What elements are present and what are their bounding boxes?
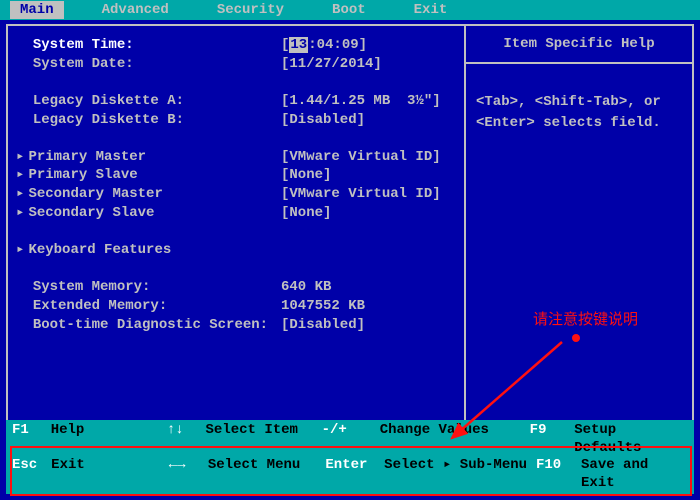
submenu-triangle-icon: ▸ [16,149,24,165]
setting-label: Boot-time Diagnostic Screen: [16,316,281,335]
setting-row[interactable]: ▸Keyboard Features [16,241,456,260]
setting-value: [Disabled] [281,111,456,130]
setting-row[interactable]: ▸Primary Master[VMware Virtual ID] [16,148,456,167]
selected-field[interactable]: 13 [289,37,308,53]
setting-label: Extended Memory: [16,297,281,316]
setting-value: [11/27/2014] [281,55,456,74]
tab-main[interactable]: Main [10,1,64,19]
spacer [16,260,456,278]
setting-label: ▸Keyboard Features [16,241,281,260]
key-help-bar: F1 Help ↑↓ Select Item -/+ Change Values… [6,420,694,494]
key-leftright: ←→ [169,457,208,492]
setting-label-text: Primary Master [28,149,146,165]
setting-label: Legacy Diskette A: [16,92,281,111]
setting-label-text: Primary Slave [28,167,137,183]
spacer [16,223,456,241]
setting-label-text: Secondary Master [28,186,162,202]
setting-label: ▸Secondary Slave [16,204,281,223]
setting-value: [VMware Virtual ID] [281,148,456,167]
setting-label: System Memory: [16,278,281,297]
key-enter: Enter [325,457,384,492]
setting-value: [VMware Virtual ID] [281,185,456,204]
setting-row[interactable]: ▸Secondary Slave[None] [16,204,456,223]
setting-value: [None] [281,166,456,185]
desc-select-menu: Select Menu [208,457,326,492]
setting-row[interactable]: Legacy Diskette A: [1.44/1.25 MB 3½"] [16,92,456,111]
submenu-triangle-icon: ▸ [16,186,24,202]
setting-label-text: Secondary Slave [28,205,154,221]
desc-save-exit: Save and Exit [581,457,688,492]
key-plusminus: -/+ [322,422,380,457]
submenu-triangle-icon: ▸ [16,205,24,221]
setting-row[interactable]: System Time: [13:04:09] [16,36,456,55]
setting-label: ▸Secondary Master [16,185,281,204]
setting-row[interactable]: Extended Memory: 1047552 KB [16,297,456,316]
setting-value: [13:04:09] [281,36,456,55]
setting-row[interactable]: System Date: [11/27/2014] [16,55,456,74]
setting-value: 1047552 KB [281,297,456,316]
setting-value [281,241,456,260]
setting-label: ▸Primary Master [16,148,281,167]
key-esc: Esc [12,457,51,492]
setting-label: System Time: [16,36,281,55]
setting-value: [None] [281,204,456,223]
setting-label-text: Boot-time Diagnostic Screen: [33,317,268,333]
setting-row[interactable]: System Memory: 640 KB [16,278,456,297]
settings-panel: System Time: [13:04:09] System Date: [11/2… [6,24,466,440]
setting-label-text: System Time: [33,37,134,53]
desc-change-values: Change Values [380,422,530,457]
setting-row[interactable]: Boot-time Diagnostic Screen: [Disabled] [16,316,456,335]
spacer [16,130,456,148]
setting-row[interactable]: Legacy Diskette B: [Disabled] [16,111,456,130]
setting-label-text: Legacy Diskette A: [33,93,184,109]
desc-exit: Exit [51,457,169,492]
setting-label: ▸Primary Slave [16,166,281,185]
setting-label: Legacy Diskette B: [16,111,281,130]
key-f1: F1 [12,422,51,457]
bios-screen: Main Advanced Security Boot Exit System … [0,0,700,500]
submenu-triangle-icon: ▸ [16,242,24,258]
tab-advanced[interactable]: Advanced [92,1,179,19]
setting-label-text: System Date: [33,56,134,72]
setting-value: [Disabled] [281,316,456,335]
key-f10: F10 [536,457,581,492]
help-panel-body: <Tab>, <Shift-Tab>, or <Enter> selects f… [466,64,692,162]
desc-select-submenu: Select ▸ Sub-Menu [384,457,536,492]
submenu-triangle-icon: ▸ [16,167,24,183]
setting-label: System Date: [16,55,281,74]
tab-exit[interactable]: Exit [404,1,458,19]
setting-value: [1.44/1.25 MB 3½"] [281,92,456,111]
setting-label-text: System Memory: [33,279,151,295]
setting-row[interactable]: ▸Primary Slave[None] [16,166,456,185]
spacer [16,74,456,92]
key-f9: F9 [530,422,575,457]
desc-setup-defaults: Setup Defaults [574,422,688,457]
setting-row[interactable]: ▸Secondary Master[VMware Virtual ID] [16,185,456,204]
help-row-1: F1 Help ↑↓ Select Item -/+ Change Values… [12,422,688,457]
help-panel: Item Specific Help <Tab>, <Shift-Tab>, o… [466,24,694,440]
setting-label-text: Legacy Diskette B: [33,112,184,128]
key-updown: ↑↓ [167,422,206,457]
desc-select-item: Select Item [206,422,322,457]
setting-value: 640 KB [281,278,456,297]
tab-boot[interactable]: Boot [322,1,376,19]
panels: System Time: [13:04:09] System Date: [11/2… [0,20,700,440]
setting-label-text: Extended Memory: [33,298,167,314]
help-panel-title: Item Specific Help [466,26,692,64]
tab-security[interactable]: Security [207,1,294,19]
desc-help: Help [51,422,167,457]
setting-label-text: Keyboard Features [28,242,171,258]
menu-bar: Main Advanced Security Boot Exit [0,0,700,20]
help-row-2: Esc Exit ←→ Select Menu Enter Select ▸ S… [12,457,688,492]
